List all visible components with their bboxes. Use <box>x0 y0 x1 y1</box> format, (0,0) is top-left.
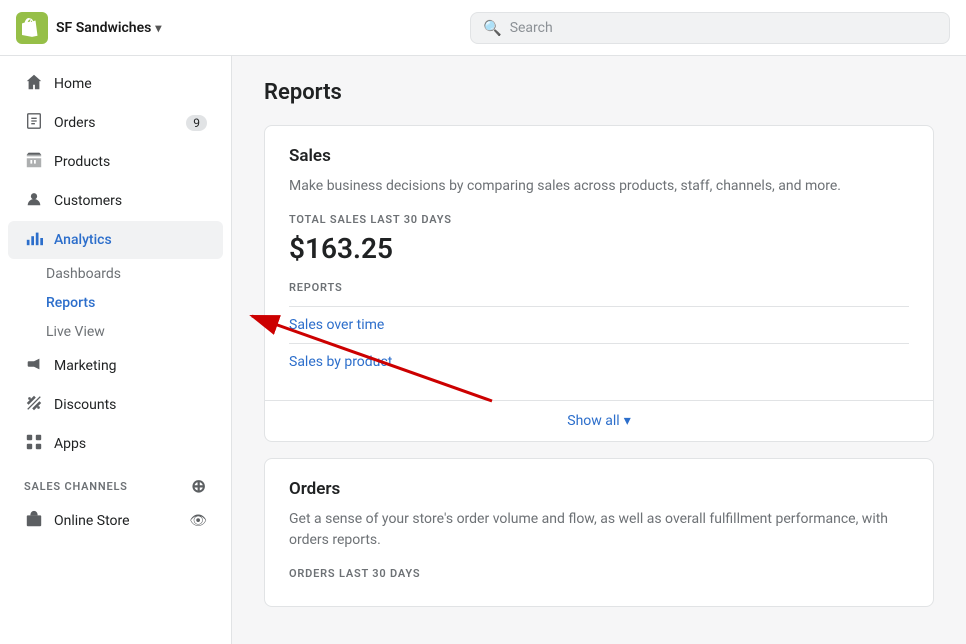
sidebar-marketing-label: Marketing <box>54 358 117 374</box>
sidebar-orders-label: Orders <box>54 115 96 131</box>
sidebar-item-analytics[interactable]: Analytics <box>8 221 223 259</box>
store-name[interactable]: SF Sandwiches ▾ <box>56 20 161 36</box>
sidebar-item-online-store[interactable]: Online Store 👁 <box>8 502 223 540</box>
sales-channels-label: SALES CHANNELS <box>24 480 128 493</box>
shopify-logo-icon <box>16 12 48 44</box>
sidebar-discounts-label: Discounts <box>54 397 116 413</box>
sales-channels-section: SALES CHANNELS ⊕ <box>8 464 223 501</box>
store-chevron-icon: ▾ <box>155 21 161 35</box>
reports-subsection-label: REPORTS <box>289 281 909 294</box>
total-sales-value: $163.25 <box>289 232 909 265</box>
search-bar[interactable]: 🔍 Search <box>470 12 950 44</box>
add-sales-channel-button[interactable]: ⊕ <box>191 476 207 497</box>
show-all-row: Show all ▾ <box>265 400 933 441</box>
store-name-text: SF Sandwiches <box>56 20 151 36</box>
sidebar-sub-dashboards[interactable]: Dashboards <box>46 260 223 288</box>
sidebar-home-label: Home <box>54 76 92 92</box>
sidebar-item-marketing[interactable]: Marketing <box>8 347 223 385</box>
marketing-icon <box>24 355 44 377</box>
content-area: Reports Sales Make business decisions by… <box>232 56 966 644</box>
sidebar-analytics-label: Analytics <box>54 232 112 248</box>
orders-metric-label: ORDERS LAST 30 DAYS <box>289 567 909 580</box>
sidebar-item-discounts[interactable]: Discounts <box>8 386 223 424</box>
sidebar-item-customers[interactable]: Customers <box>8 182 223 220</box>
show-all-label: Show all <box>567 413 619 429</box>
sales-by-product-link[interactable]: Sales by product <box>289 343 909 380</box>
sales-card-desc: Make business decisions by comparing sal… <box>289 176 909 197</box>
search-icon: 🔍 <box>483 19 502 37</box>
orders-card-desc: Get a sense of your store's order volume… <box>289 509 909 551</box>
store-logo[interactable]: SF Sandwiches ▾ <box>16 12 161 44</box>
orders-badge: 9 <box>186 115 207 131</box>
discounts-icon <box>24 394 44 416</box>
main-layout: Home Orders 9 Products <box>0 56 966 644</box>
online-store-icon <box>24 510 44 532</box>
sales-over-time-link[interactable]: Sales over time <box>289 306 909 343</box>
sidebar-customers-label: Customers <box>54 193 122 209</box>
show-all-chevron-icon: ▾ <box>624 413 631 429</box>
sidebar-online-store-label: Online Store <box>54 513 130 529</box>
sidebar-sub-live-view[interactable]: Live View <box>46 318 223 346</box>
sidebar-dashboards-label: Dashboards <box>46 266 121 282</box>
customers-icon <box>24 190 44 212</box>
topbar: SF Sandwiches ▾ 🔍 Search <box>0 0 966 56</box>
sidebar-reports-label: Reports <box>46 295 95 311</box>
sidebar-item-apps[interactable]: Apps <box>8 425 223 463</box>
products-icon <box>24 151 44 173</box>
sidebar-item-home[interactable]: Home <box>8 65 223 103</box>
sidebar-live-view-label: Live View <box>46 324 105 340</box>
analytics-icon <box>24 229 44 251</box>
show-all-button[interactable]: Show all ▾ <box>567 413 630 429</box>
sidebar-item-products[interactable]: Products <box>8 143 223 181</box>
orders-card-title: Orders <box>289 479 909 499</box>
sidebar-item-orders[interactable]: Orders 9 <box>8 104 223 142</box>
orders-card: Orders Get a sense of your store's order… <box>264 458 934 607</box>
sidebar-products-label: Products <box>54 154 110 170</box>
online-store-eye-icon[interactable]: 👁 <box>189 514 207 528</box>
home-icon <box>24 73 44 95</box>
orders-icon <box>24 112 44 134</box>
sales-card-body: Sales Make business decisions by compari… <box>265 126 933 400</box>
sidebar-sub-reports[interactable]: Reports <box>46 289 223 317</box>
orders-card-body: Orders Get a sense of your store's order… <box>265 459 933 606</box>
search-placeholder-text: Search <box>510 20 553 36</box>
sales-card-title: Sales <box>289 146 909 166</box>
sales-card: Sales Make business decisions by compari… <box>264 125 934 442</box>
sidebar-analytics-submenu: Dashboards Reports Live View <box>0 260 231 346</box>
apps-icon <box>24 433 44 455</box>
sidebar: Home Orders 9 Products <box>0 56 232 644</box>
page-title: Reports <box>264 80 934 105</box>
total-sales-label: TOTAL SALES LAST 30 DAYS <box>289 213 909 226</box>
sidebar-apps-label: Apps <box>54 436 86 452</box>
